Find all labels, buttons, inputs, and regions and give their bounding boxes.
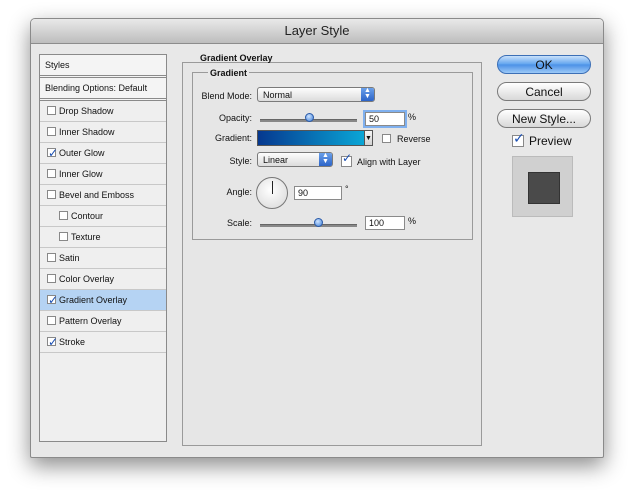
scale-slider[interactable]	[260, 224, 357, 227]
group-title: Gradient	[208, 68, 250, 78]
style-item-bevel-and-emboss[interactable]: Bevel and Emboss	[40, 185, 166, 206]
styles-header[interactable]: Styles	[40, 55, 166, 78]
style-item-checkbox[interactable]	[47, 127, 56, 136]
styles-list: Styles Blending Options: Default Drop Sh…	[39, 54, 167, 442]
style-item-color-overlay[interactable]: Color Overlay	[40, 269, 166, 290]
scale-unit: %	[408, 216, 417, 226]
style-item-checkbox[interactable]	[47, 143, 58, 163]
scale-input[interactable]: 100	[365, 216, 405, 230]
scale-label: Scale:	[226, 218, 252, 228]
angle-input[interactable]: 90	[294, 186, 342, 200]
style-item-checkbox[interactable]	[47, 290, 58, 310]
cancel-button[interactable]: Cancel	[497, 82, 591, 101]
style-value: Linear	[263, 155, 289, 165]
style-item-label: Texture	[71, 232, 101, 242]
popup-arrows-icon: ▲ ▼	[361, 87, 374, 101]
style-item-label: Drop Shadow	[59, 106, 114, 116]
opacity-slider-thumb[interactable]	[304, 113, 314, 122]
style-item-label: Color Overlay	[59, 274, 115, 284]
style-item-label: Inner Glow	[59, 169, 103, 179]
gradient-label: Gradient:	[214, 133, 252, 143]
style-item-label: Stroke	[59, 337, 86, 347]
angle-dial[interactable]	[256, 177, 288, 209]
style-item-label: Contour	[71, 211, 104, 221]
gradient-swatch[interactable]	[257, 130, 365, 146]
style-item-checkbox[interactable]	[47, 274, 56, 283]
angle-dial-indicator	[272, 181, 273, 194]
style-label: Style:	[229, 156, 252, 166]
blend-mode-label: Blend Mode:	[201, 91, 252, 101]
style-item-label: Bevel and Emboss	[59, 190, 135, 200]
new-style-button[interactable]: New Style...	[497, 109, 591, 128]
style-item-gradient-overlay[interactable]: Gradient Overlay	[40, 290, 166, 311]
panel-title: Gradient Overlay	[200, 53, 273, 63]
preview-row: Preview	[512, 131, 572, 148]
style-item-pattern-overlay[interactable]: Pattern Overlay	[40, 311, 166, 332]
blend-mode-value: Normal	[263, 90, 293, 100]
align-with-layer-checkbox[interactable]	[341, 151, 352, 167]
style-item-label: Inner Shadow	[59, 127, 115, 137]
reverse-checkbox[interactable]	[382, 134, 391, 143]
preview-checkbox[interactable]	[512, 131, 525, 147]
style-item-checkbox[interactable]	[47, 316, 56, 325]
style-item-drop-shadow[interactable]: Drop Shadow	[40, 101, 166, 122]
opacity-input[interactable]: 50	[365, 112, 405, 126]
gradient-picker-arrow-icon[interactable]: ▼	[364, 130, 373, 146]
style-item-inner-glow[interactable]: Inner Glow	[40, 164, 166, 185]
style-item-checkbox[interactable]	[59, 211, 68, 220]
style-item-outer-glow[interactable]: Outer Glow	[40, 143, 166, 164]
preview-thumbnail	[512, 156, 573, 217]
style-item-checkbox[interactable]	[47, 190, 56, 199]
style-item-checkbox[interactable]	[47, 332, 58, 352]
style-item-label: Outer Glow	[59, 148, 105, 158]
style-item-inner-shadow[interactable]: Inner Shadow	[40, 122, 166, 143]
style-item-satin[interactable]: Satin	[40, 248, 166, 269]
style-item-label: Gradient Overlay	[59, 295, 128, 305]
style-item-checkbox[interactable]	[47, 169, 56, 178]
style-item-label: Pattern Overlay	[59, 316, 122, 326]
blend-mode-select[interactable]: Normal ▲ ▼	[257, 87, 375, 102]
opacity-label: Opacity:	[218, 113, 252, 123]
angle-label: Angle:	[226, 187, 252, 197]
style-item-checkbox[interactable]	[47, 106, 56, 115]
preview-label: Preview	[529, 134, 572, 148]
angle-unit: °	[345, 184, 349, 194]
align-with-layer-label: Align with Layer	[357, 157, 421, 167]
style-item-label: Satin	[59, 253, 80, 263]
style-item-checkbox[interactable]	[47, 253, 56, 262]
style-select[interactable]: Linear ▲ ▼	[257, 152, 333, 167]
blending-options-item[interactable]: Blending Options: Default	[40, 78, 166, 101]
popup-arrows-icon: ▲ ▼	[319, 152, 332, 166]
preview-swatch	[528, 172, 560, 204]
reverse-label: Reverse	[397, 134, 431, 144]
style-item-checkbox[interactable]	[59, 232, 68, 241]
style-item-stroke[interactable]: Stroke	[40, 332, 166, 353]
style-item-contour[interactable]: Contour	[40, 206, 166, 227]
style-item-texture[interactable]: Texture	[40, 227, 166, 248]
window-title: Layer Style	[31, 19, 603, 44]
ok-button[interactable]: OK	[497, 55, 591, 74]
opacity-unit: %	[408, 112, 417, 122]
